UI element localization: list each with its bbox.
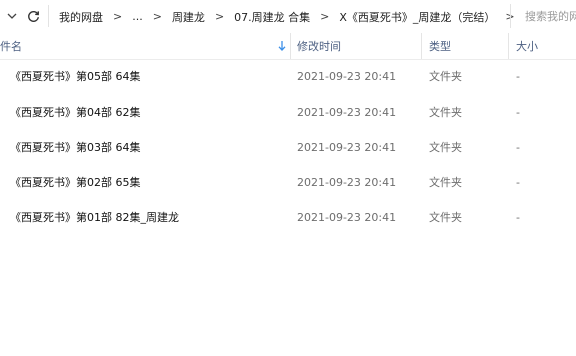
file-name[interactable]: 《西夏死书》第05部 64集 — [10, 64, 141, 88]
file-modified: 2021-09-23 20:41 — [297, 69, 397, 83]
breadcrumb-chevron-icon[interactable]: > — [149, 10, 166, 23]
file-row[interactable]: 《西夏死书》第04部 62集 2021-09-23 20:41 文件夹 - — [0, 100, 576, 124]
breadcrumb-chevron-icon[interactable]: > — [211, 10, 228, 23]
breadcrumb-current-folder[interactable]: X《西夏死书》_周建龙（完结） — [333, 9, 501, 25]
column-header-row: 件名 修改时间 类型 大小 — [0, 33, 576, 60]
column-header-modified[interactable]: 修改时间 — [297, 33, 341, 59]
file-row[interactable]: 《西夏死书》第01部 82集_周建龙 2021-09-23 20:41 文件夹 … — [0, 205, 576, 229]
address-divider — [48, 5, 49, 27]
sort-down-arrow-icon[interactable] — [277, 40, 287, 52]
address-bar: 我的网盘 > ... > 周建龙 > 07.周建龙 合集 > X《西夏死书》_周… — [0, 0, 576, 33]
file-size: - — [516, 69, 520, 83]
refresh-icon — [27, 10, 39, 22]
file-name[interactable]: 《西夏死书》第03部 64集 — [10, 135, 141, 159]
breadcrumb-chevron-icon[interactable]: > — [316, 10, 333, 23]
file-modified: 2021-09-23 20:41 — [297, 140, 397, 154]
file-name[interactable]: 《西夏死书》第02部 65集 — [10, 170, 141, 194]
breadcrumb-my-drive[interactable]: 我的网盘 — [53, 9, 109, 25]
file-modified: 2021-09-23 20:41 — [297, 105, 397, 119]
file-size: - — [516, 210, 520, 224]
file-name[interactable]: 《西夏死书》第01部 82集_周建龙 — [10, 205, 179, 229]
file-type: 文件夹 — [429, 70, 462, 83]
breadcrumb-collection[interactable]: 07.周建龙 合集 — [228, 9, 316, 25]
breadcrumb-zhoujianlong[interactable]: 周建龙 — [166, 9, 211, 25]
file-type: 文件夹 — [429, 176, 462, 189]
breadcrumb-ellipsis[interactable]: ... — [126, 10, 149, 23]
search-box — [510, 4, 576, 28]
file-size: - — [516, 175, 520, 189]
column-divider[interactable] — [421, 33, 422, 59]
file-row[interactable]: 《西夏死书》第05部 64集 2021-09-23 20:41 文件夹 - — [0, 64, 576, 88]
file-type: 文件夹 — [429, 211, 462, 224]
breadcrumb-chevron-icon[interactable]: > — [109, 10, 126, 23]
file-modified: 2021-09-23 20:41 — [297, 175, 397, 189]
file-name[interactable]: 《西夏死书》第04部 62集 — [10, 100, 141, 124]
file-modified: 2021-09-23 20:41 — [297, 210, 397, 224]
file-size: - — [516, 140, 520, 154]
column-divider[interactable] — [508, 33, 509, 59]
search-input[interactable] — [525, 9, 576, 23]
file-type: 文件夹 — [429, 106, 462, 119]
column-header-size[interactable]: 大小 — [516, 33, 538, 59]
refresh-button[interactable] — [24, 8, 42, 24]
column-divider[interactable] — [290, 33, 291, 59]
file-type: 文件夹 — [429, 141, 462, 154]
history-dropdown-chevron-icon[interactable] — [4, 8, 20, 24]
file-row[interactable]: 《西夏死书》第02部 65集 2021-09-23 20:41 文件夹 - — [0, 170, 576, 194]
column-header-name[interactable]: 件名 — [0, 33, 22, 59]
chevron-down-icon — [7, 13, 17, 19]
file-row[interactable]: 《西夏死书》第03部 64集 2021-09-23 20:41 文件夹 - — [0, 135, 576, 159]
file-size: - — [516, 105, 520, 119]
breadcrumb: 我的网盘 > ... > 周建龙 > 07.周建龙 合集 > X《西夏死书》_周… — [53, 0, 519, 33]
column-header-type[interactable]: 类型 — [429, 33, 451, 59]
